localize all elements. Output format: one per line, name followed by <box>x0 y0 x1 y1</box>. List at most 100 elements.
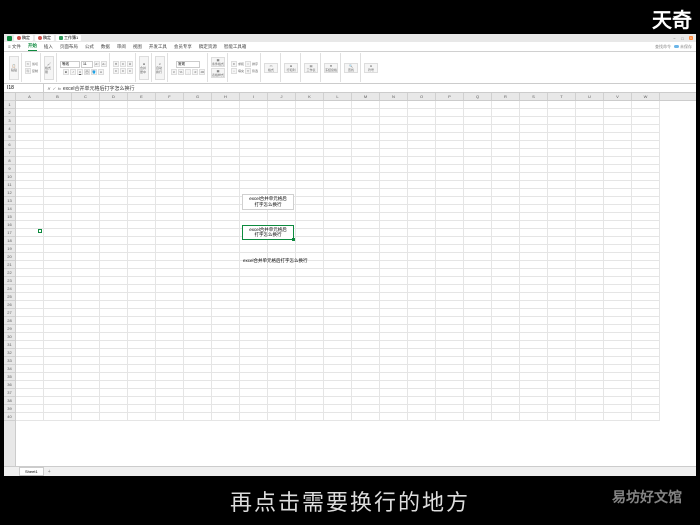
column-header-O[interactable]: O <box>408 93 436 100</box>
row-header-15[interactable]: 15 <box>4 213 15 221</box>
filter-button[interactable]: ▽ <box>245 68 251 74</box>
select-all-corner[interactable] <box>4 93 15 101</box>
cancel-icon[interactable]: ✕ <box>47 86 50 91</box>
column-header-R[interactable]: R <box>492 93 520 100</box>
row-header-38[interactable]: 38 <box>4 397 15 405</box>
worksheet-button[interactable]: ▤工作表 <box>304 63 318 73</box>
row-header-32[interactable]: 32 <box>4 349 15 357</box>
tab-data[interactable]: 数据 <box>101 44 110 50</box>
search-box[interactable]: 查找命令 <box>655 44 671 50</box>
align-center-button[interactable]: ≡ <box>120 68 126 74</box>
column-header-S[interactable]: S <box>520 93 548 100</box>
row-header-25[interactable]: 25 <box>4 293 15 301</box>
row-header-29[interactable]: 29 <box>4 325 15 333</box>
row-header-17[interactable]: 17 <box>4 229 15 237</box>
row-header-8[interactable]: 8 <box>4 157 15 165</box>
row-header-22[interactable]: 22 <box>4 269 15 277</box>
align-left-button[interactable]: ≡ <box>113 68 119 74</box>
column-header-K[interactable]: K <box>296 93 324 100</box>
tab-review[interactable]: 审阅 <box>117 44 126 50</box>
row-header-35[interactable]: 35 <box>4 373 15 381</box>
row-header-2[interactable]: 2 <box>4 109 15 117</box>
column-header-A[interactable]: A <box>16 93 44 100</box>
row-header-21[interactable]: 21 <box>4 261 15 269</box>
comma-button[interactable]: , <box>185 69 191 75</box>
column-header-E[interactable]: E <box>128 93 156 100</box>
add-sheet-button[interactable]: + <box>48 469 51 475</box>
column-header-F[interactable]: F <box>156 93 184 100</box>
formula-input[interactable]: excel合并单元格后打字怎么换行 <box>63 85 135 92</box>
tab-insert[interactable]: 插入 <box>44 44 53 50</box>
row-header-7[interactable]: 7 <box>4 149 15 157</box>
column-header-U[interactable]: U <box>576 93 604 100</box>
minimize-button[interactable]: − <box>672 36 677 41</box>
maximize-button[interactable]: □ <box>680 36 685 41</box>
font-color-button[interactable]: A <box>98 69 104 75</box>
row-header-9[interactable]: 9 <box>4 165 15 173</box>
column-header-H[interactable]: H <box>212 93 240 100</box>
row-header-27[interactable]: 27 <box>4 309 15 317</box>
column-header-T[interactable]: T <box>548 93 576 100</box>
row-header-20[interactable]: 20 <box>4 253 15 261</box>
percent-button[interactable]: % <box>178 69 184 75</box>
row-header-5[interactable]: 5 <box>4 133 15 141</box>
copy-button[interactable]: ⎘ <box>25 68 31 74</box>
row-header-37[interactable]: 37 <box>4 389 15 397</box>
column-header-M[interactable]: M <box>352 93 380 100</box>
row-header-6[interactable]: 6 <box>4 141 15 149</box>
column-header-N[interactable]: N <box>380 93 408 100</box>
row-header-40[interactable]: 40 <box>4 413 15 421</box>
table-style-button[interactable]: ▦表格样式 <box>211 68 225 78</box>
conditional-format-button[interactable]: ▦条件格式 <box>211 57 225 67</box>
row-header-31[interactable]: 31 <box>4 341 15 349</box>
row-header-1[interactable]: 1 <box>4 101 15 109</box>
tab-view[interactable]: 视图 <box>133 44 142 50</box>
align-right-button[interactable]: ≡ <box>127 68 133 74</box>
document-tab[interactable]: 工作簿1 <box>56 35 81 41</box>
format-painter-button[interactable]: 🖌格式刷 <box>44 56 54 80</box>
cut-button[interactable]: ✂ <box>25 61 31 67</box>
font-name-dropdown[interactable]: 等线 <box>60 61 80 68</box>
row-header-10[interactable]: 10 <box>4 173 15 181</box>
row-header-11[interactable]: 11 <box>4 181 15 189</box>
format-button[interactable]: ▭格式 <box>264 63 278 73</box>
increase-font-button[interactable]: A↑ <box>94 61 100 67</box>
row-header-12[interactable]: 12 <box>4 189 15 197</box>
tab-smart-tools[interactable]: 智能工具箱 <box>224 44 247 50</box>
fill-handle[interactable] <box>292 238 295 241</box>
column-header-L[interactable]: L <box>324 93 352 100</box>
row-header-33[interactable]: 33 <box>4 357 15 365</box>
confirm-icon[interactable]: ✓ <box>52 86 55 91</box>
cells-area[interactable]: excel合并单元格后打字怎么换行 excel合并单元格后打字怎么换行 exce… <box>16 101 696 421</box>
wrap-text-button[interactable]: ↵自动换行 <box>155 56 165 80</box>
name-box[interactable]: I18 <box>4 84 44 92</box>
column-header-V[interactable]: V <box>604 93 632 100</box>
paste-button[interactable]: 📋粘贴 <box>9 56 19 80</box>
row-header-24[interactable]: 24 <box>4 285 15 293</box>
sum-button[interactable]: Σ <box>231 61 237 67</box>
column-header-Q[interactable]: Q <box>464 93 492 100</box>
grid[interactable]: ABCDEFGHIJKLMNOPQRSTUVW excel合并单元格后打字怎么换… <box>16 93 696 466</box>
merge-button[interactable]: ⊞合并居中 <box>139 56 149 80</box>
row-header-30[interactable]: 30 <box>4 333 15 341</box>
tab-page-layout[interactable]: 页面布局 <box>60 44 78 50</box>
row-header-3[interactable]: 3 <box>4 117 15 125</box>
column-header-P[interactable]: P <box>436 93 464 100</box>
row-header-16[interactable]: 16 <box>4 221 15 229</box>
underline-button[interactable]: U <box>77 69 83 75</box>
sort-button[interactable]: ↕ <box>245 61 251 67</box>
column-header-D[interactable]: D <box>100 93 128 100</box>
sheet-tab[interactable]: Sheet1 <box>19 467 44 476</box>
row-header-36[interactable]: 36 <box>4 381 15 389</box>
row-header-4[interactable]: 4 <box>4 125 15 133</box>
row-header-39[interactable]: 39 <box>4 405 15 413</box>
fx-icon[interactable]: fx <box>58 86 61 91</box>
decrease-font-button[interactable]: A↓ <box>101 61 107 67</box>
tab-developer[interactable]: 开发工具 <box>149 44 167 50</box>
tab-member[interactable]: 会员专享 <box>174 44 192 50</box>
italic-button[interactable]: I <box>70 69 76 75</box>
border-button[interactable]: 田 <box>84 69 90 75</box>
merged-cell-3[interactable]: excel合并单元格后打字怎么换行 <box>242 257 352 265</box>
column-header-B[interactable]: B <box>44 93 72 100</box>
row-header-23[interactable]: 23 <box>4 277 15 285</box>
